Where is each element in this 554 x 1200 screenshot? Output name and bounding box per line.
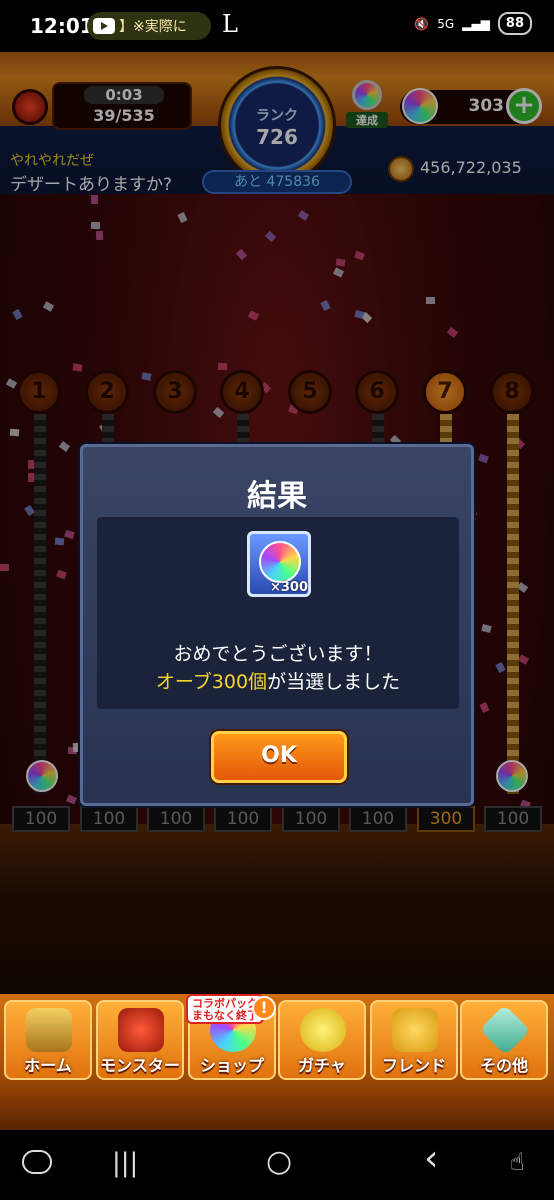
gacha-egg-icon [300, 1008, 346, 1052]
friend-people-icon [392, 1008, 438, 1052]
game-screen: 12:01 】※実際に L 🔇 5G ▂▄▆ 88 1 2 3 4 5 6 7 … [0, 0, 554, 1200]
mute-icon: 🔇 [414, 16, 430, 31]
nav-label: ホーム [24, 1056, 72, 1075]
signal-icon: ▂▄▆ [462, 16, 490, 31]
status-time: 12:01 [30, 14, 94, 38]
recents-button[interactable]: ||| [112, 1148, 138, 1178]
nav-label: その他 [479, 1056, 528, 1075]
reward-quantity: ×300 [269, 580, 308, 595]
back-button[interactable]: ‹ [424, 1138, 438, 1179]
system-nav-bar: ||| ○ ‹ ☝ [0, 1130, 554, 1200]
battery-level: 88 [497, 12, 532, 35]
shop-alert-badge: ! [252, 996, 276, 1020]
status-bar: 12:01 】※実際に L 🔇 5G ▂▄▆ 88 [0, 0, 554, 52]
network-label: 5G [437, 16, 455, 31]
nav-label: フレンド [381, 1056, 446, 1075]
result-dialog: 結果 ×300 おめでとうございます！ オーブ300個が当選しました OK [80, 444, 474, 806]
nav-gacha[interactable]: ガチャ [278, 1000, 366, 1080]
result-line: オーブ300個が当選しました [97, 667, 459, 694]
youtube-notification-pill[interactable]: 】※実際に [87, 12, 211, 40]
dialog-title: 結果 [247, 479, 307, 514]
result-highlight: オーブ300個 [155, 671, 268, 693]
monster-dragon-icon [118, 1008, 164, 1052]
youtube-icon [93, 18, 115, 34]
nav-label: モンスター [100, 1056, 180, 1075]
app-letter-icon: L [222, 10, 238, 38]
rainbow-orb-icon [259, 541, 301, 583]
other-diamond-icon [479, 1004, 531, 1056]
nav-label: ショップ [199, 1056, 264, 1075]
game-controller-icon[interactable] [22, 1150, 52, 1174]
reward-item: ×300 [247, 531, 311, 597]
nav-monster[interactable]: モンスター [96, 1000, 184, 1080]
nav-friend[interactable]: フレンド [370, 1000, 458, 1080]
congrats-text: おめでとうございます！ [173, 643, 383, 665]
home-gate-icon [26, 1008, 72, 1052]
result-rest: が当選しました [267, 671, 401, 693]
nav-home[interactable]: ホーム [4, 1000, 92, 1080]
home-button[interactable]: ○ [266, 1144, 292, 1179]
nav-other[interactable]: その他 [460, 1000, 548, 1080]
touch-lock-icon[interactable]: ☝ [510, 1148, 525, 1176]
dialog-content: ×300 おめでとうございます！ オーブ300個が当選しました [97, 517, 459, 709]
bottom-nav: ホーム モンスター ショップ ガチャ フレンド その他 [0, 994, 554, 1130]
ok-button[interactable]: OK [211, 731, 347, 783]
status-icons: 🔇 5G ▂▄▆ 88 [414, 12, 532, 35]
notification-text: 】※実際に [119, 19, 187, 35]
nav-label: ガチャ [298, 1056, 346, 1075]
